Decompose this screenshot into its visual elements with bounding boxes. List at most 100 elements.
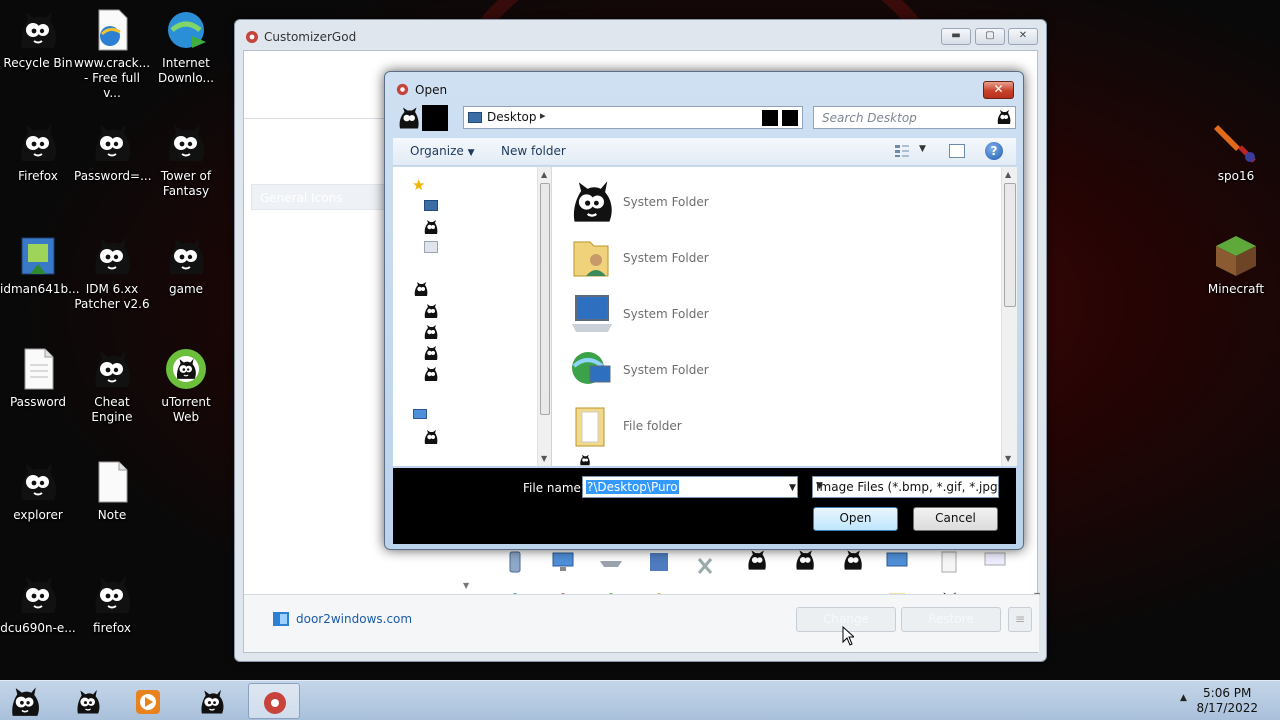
projector-icon[interactable] (982, 551, 1008, 573)
puro-icon (90, 347, 134, 391)
close-icon[interactable] (692, 555, 718, 577)
desktop-icon-game[interactable]: game (148, 234, 224, 297)
breadcrumb-desktop[interactable]: Desktop (487, 110, 537, 124)
navigation-scrollbar[interactable]: ▲ ▼ (537, 167, 551, 466)
scrollbar-thumb[interactable] (540, 183, 550, 415)
puro-icon[interactable] (423, 219, 439, 235)
category-item[interactable]: General Icons (251, 184, 391, 210)
cancel-button[interactable]: Cancel (913, 507, 998, 531)
puro-icon[interactable] (792, 549, 818, 571)
refresh-button[interactable] (782, 110, 798, 126)
desktop-icon-password[interactable]: Password (0, 347, 76, 410)
show-hidden-icons-button[interactable]: ▲ (1180, 693, 1187, 703)
desktop-icon[interactable] (424, 200, 438, 211)
list-item[interactable]: File folder (566, 398, 966, 454)
search-input[interactable]: Search Desktop (813, 106, 1016, 129)
chevron-down-icon[interactable]: ▼ (919, 144, 926, 154)
forward-button[interactable] (422, 105, 448, 131)
scroll-down-icon[interactable]: ▼ (541, 454, 547, 463)
file-name-input[interactable]: ?\Desktop\Puro (582, 476, 798, 498)
puro-icon[interactable] (423, 366, 439, 382)
preview-pane-button[interactable] (949, 144, 965, 158)
installer-icon (21, 237, 55, 275)
puro-icon[interactable] (744, 549, 770, 571)
drive-icon[interactable] (598, 551, 624, 573)
address-bar[interactable]: Desktop ▸ (463, 106, 803, 129)
box-icon[interactable] (646, 551, 672, 573)
scroll-up-icon[interactable]: ▲ (541, 170, 547, 179)
system-clock[interactable]: 5:06 PM 8/17/2022 (1196, 686, 1258, 716)
desktop-icon-spo16[interactable]: spo16 (1198, 121, 1274, 184)
phone-icon[interactable] (502, 551, 528, 573)
maximize-button[interactable]: ▢ (975, 28, 1005, 45)
recent-places-icon[interactable] (424, 241, 438, 253)
desktop-icon-idm-patcher[interactable]: IDM 6.xx Patcher v2.6 (74, 234, 150, 312)
computer-icon[interactable] (413, 409, 427, 419)
chevron-down-icon[interactable]: ▼ (789, 483, 796, 493)
taskbar-app-explorer[interactable] (62, 683, 114, 719)
desktop-icon-password-eq[interactable]: Password=... (74, 121, 152, 184)
desktop-icon-internet-download-manager[interactable]: Internet Downlo... (148, 8, 224, 86)
menu-button[interactable]: ≡ (1008, 607, 1032, 632)
desktop-icon-crack-link[interactable]: www.crack... - Free full v... (74, 8, 150, 101)
puro-icon (164, 121, 208, 165)
puro-icon[interactable] (423, 345, 439, 361)
desktop-icon-label: idman641b... (0, 282, 80, 296)
document-icon[interactable] (936, 551, 962, 573)
restore-button[interactable]: Restore (901, 607, 1001, 632)
scroll-up-icon[interactable]: ▲ (1005, 170, 1011, 179)
desktop-icon-tower-of-fantasy[interactable]: Tower of Fantasy (148, 121, 224, 199)
desktop-icon-dcu690n[interactable]: dcu690n-e... (0, 573, 76, 636)
start-button[interactable] (0, 683, 52, 719)
desktop-icon-note[interactable]: Note (74, 460, 150, 523)
taskbar-app-customizergod[interactable] (248, 683, 300, 719)
item-type: System Folder (623, 363, 709, 377)
puro-icon[interactable] (840, 549, 866, 571)
desktop-icon-idman[interactable]: idman641b... (0, 234, 80, 297)
scrollbar-thumb[interactable] (1004, 183, 1016, 307)
file-list-scrollbar[interactable]: ▲ ▼ (1001, 167, 1017, 466)
list-item[interactable]: System Folder (566, 174, 966, 230)
text-file-icon (98, 461, 128, 503)
search-icon (996, 109, 1012, 125)
monitor-icon[interactable] (884, 551, 910, 573)
item-type: System Folder (623, 195, 709, 209)
desktop-icon-minecraft[interactable]: Minecraft (1198, 234, 1274, 297)
monitor-icon[interactable] (550, 551, 576, 573)
chevron-right-icon[interactable]: ▸ (540, 109, 546, 122)
favorites-star-icon[interactable]: ★ (412, 177, 428, 193)
help-button[interactable]: ? (985, 142, 1003, 160)
list-item[interactable]: System Folder (566, 342, 966, 398)
puro-icon[interactable] (423, 429, 439, 445)
open-button[interactable]: Open (813, 507, 898, 531)
taskbar-app-media-player[interactable] (122, 683, 174, 719)
desktop-icon-label: Note (97, 508, 127, 522)
minimize-button[interactable]: ▬ (941, 28, 971, 45)
taskbar-app[interactable] (186, 683, 238, 719)
desktop-icon-cheat-engine[interactable]: Cheat Engine (74, 347, 150, 425)
desktop-icon-firefox[interactable]: Firefox (0, 121, 76, 184)
website-link[interactable]: door2windows.com (296, 612, 412, 626)
desktop-icon-recycle-bin[interactable]: Recycle Bin (0, 8, 76, 71)
puro-icon[interactable] (413, 281, 429, 297)
list-item[interactable]: System Folder (566, 286, 966, 342)
back-button[interactable] (397, 105, 421, 131)
navigation-pane: ★ ▲ ▼ (393, 167, 551, 466)
list-item[interactable]: System Folder (566, 230, 966, 286)
desktop-icon-explorer[interactable]: explorer (0, 460, 76, 523)
new-folder-button[interactable]: New folder (501, 144, 566, 158)
file-type-select[interactable]: Image Files (*.bmp, *.gif, *.jpg, ▼ (812, 476, 1001, 498)
desktop-icon-label: firefox (93, 621, 131, 635)
desktop-icon-firefox-2[interactable]: firefox (74, 573, 150, 636)
scroll-down-icon[interactable]: ▼ (1005, 454, 1011, 463)
puro-icon[interactable] (423, 303, 439, 319)
file-name-value[interactable]: ?\Desktop\Puro (586, 480, 679, 494)
close-button[interactable]: ✕ (1008, 28, 1038, 45)
views-icon[interactable] (894, 144, 910, 158)
desktop-icon-utorrent[interactable]: uTorrent Web (148, 347, 224, 425)
address-dropdown-button[interactable] (762, 110, 778, 126)
organize-button[interactable]: Organize ▼ (410, 144, 475, 158)
close-button[interactable]: ✕ (983, 81, 1014, 99)
puro-icon[interactable] (423, 324, 439, 340)
scroll-down-icon[interactable]: ▼ (463, 581, 469, 590)
